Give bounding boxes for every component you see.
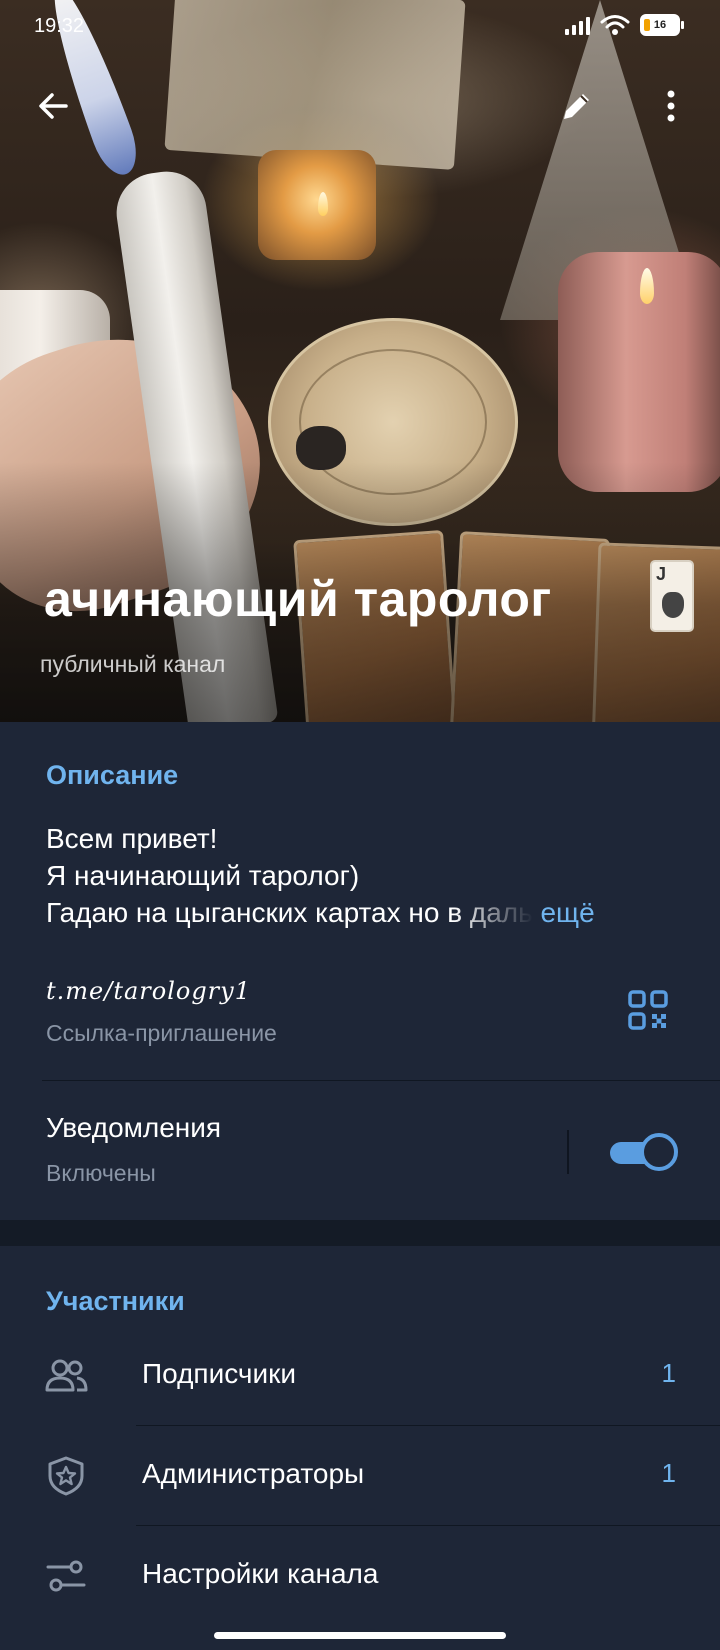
invite-link[interactable]: t.me/tarologry1 <box>46 977 251 1005</box>
wifi-icon <box>600 15 630 35</box>
description-line-last: Гадаю на цыганских картах но в даль ещё <box>46 894 686 931</box>
qr-code-icon[interactable] <box>628 990 668 1030</box>
joker-card-icon: J <box>650 560 694 632</box>
description-line: Всем привет! <box>46 823 218 854</box>
vertical-separator <box>567 1130 569 1174</box>
status-bar: 19:32 16 <box>0 0 720 52</box>
more-vertical-icon <box>667 90 675 122</box>
administrators-row[interactable]: Администраторы 1 <box>0 1426 720 1526</box>
arrow-left-icon <box>39 93 68 119</box>
photo-pink-candle <box>558 252 720 492</box>
channel-type: публичный канал <box>40 651 226 677</box>
more-menu-button[interactable] <box>647 82 695 130</box>
section-separator <box>0 1220 720 1246</box>
description-heading: Описание <box>46 760 179 790</box>
description-line: Я начинающий таролог) <box>46 860 360 891</box>
notifications-toggle[interactable] <box>610 1133 678 1171</box>
members-section: Участники Подписчики 1 Администраторы 1 … <box>0 1246 720 1650</box>
divider <box>42 1080 720 1081</box>
administrators-count: 1 <box>661 1458 676 1488</box>
more-link[interactable]: ещё <box>540 897 594 928</box>
subscribers-row[interactable]: Подписчики 1 <box>0 1326 720 1426</box>
shield-star-icon <box>48 1456 84 1496</box>
pencil-icon <box>564 94 589 119</box>
subscribers-count: 1 <box>661 1358 676 1388</box>
description-text[interactable]: Всем привет! Я начинающий таролог) Гадаю… <box>46 820 686 931</box>
members-heading: Участники <box>46 1286 185 1316</box>
settings-sliders-icon <box>46 1560 86 1592</box>
photo-candle-jar <box>258 150 376 260</box>
home-indicator[interactable] <box>214 1632 506 1639</box>
notifications-title[interactable]: Уведомления <box>46 1112 221 1144</box>
users-icon <box>45 1359 88 1392</box>
channel-settings-label: Настройки канала <box>142 1558 379 1589</box>
back-button[interactable] <box>30 82 78 130</box>
channel-title: ачинающий таролог <box>44 571 552 627</box>
battery-icon: 16 <box>640 14 684 36</box>
invite-link-label: Ссылка-приглашение <box>46 1020 277 1046</box>
signal-icon <box>565 15 590 35</box>
status-time: 19:32 <box>34 15 85 37</box>
administrators-label: Администраторы <box>142 1458 365 1489</box>
edit-button[interactable] <box>553 82 601 130</box>
channel-info-section: Описание Всем привет! Я начинающий тарол… <box>0 722 720 1220</box>
status-icons: 16 <box>565 14 684 36</box>
subscribers-label: Подписчики <box>142 1358 297 1389</box>
notifications-status: Включены <box>46 1160 156 1186</box>
channel-settings-row[interactable]: Настройки канала <box>0 1526 720 1626</box>
